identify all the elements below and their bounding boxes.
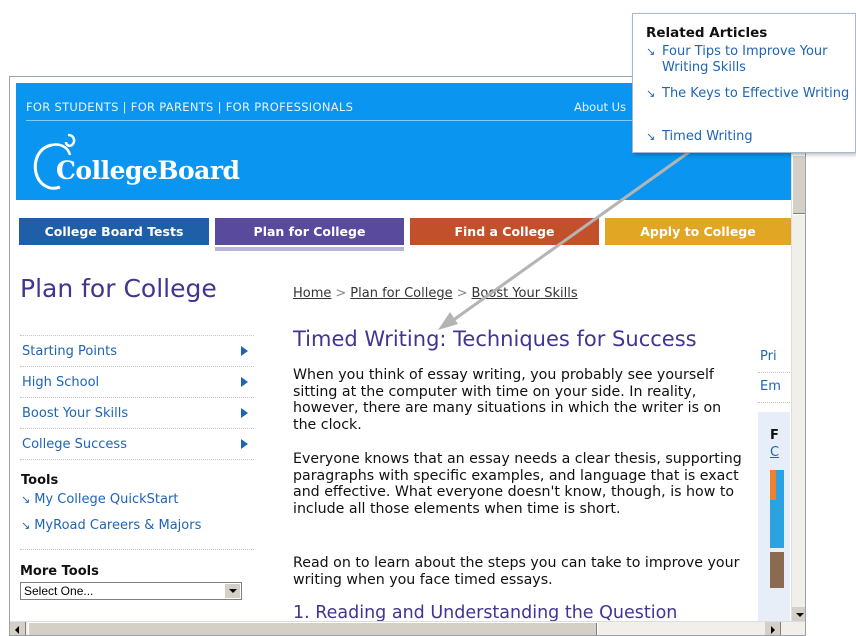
tools-heading: Tools <box>21 473 59 488</box>
chevron-right-icon <box>241 408 248 418</box>
article-title: Timed Writing: Techniques for Success <box>293 327 697 351</box>
horizontal-scroll-thumb[interactable] <box>28 622 598 635</box>
breadcrumb: Home > Plan for College > Boost Your Skills <box>293 286 578 301</box>
breadcrumb-separator: > <box>456 286 468 301</box>
browser-window: FOR STUDENTS | FOR PARENTS | FOR PROFESS… <box>9 76 806 636</box>
tool-link-label: MyRoad Careers & Majors <box>34 518 202 533</box>
tool-link-label: My College QuickStart <box>34 492 179 507</box>
horizontal-scrollbar[interactable] <box>10 621 805 635</box>
sidebar-item-boost-your-skills[interactable]: Boost Your Skills <box>20 397 254 428</box>
scroll-left-button[interactable] <box>10 622 26 635</box>
right-column-divider <box>758 402 790 403</box>
arrow-down-right-icon: ↘ <box>646 130 656 143</box>
sidebar-item-label: Starting Points <box>22 343 118 359</box>
tab-label: Apply to College <box>640 224 756 239</box>
sidebar-item-label: College Success <box>22 436 127 452</box>
related-articles-panel: Related Articles ↘ Four Tips to Improve … <box>632 13 856 153</box>
breadcrumb-boost-your-skills[interactable]: Boost Your Skills <box>472 286 578 301</box>
sidebar-nav: Starting Points High School Boost Your S… <box>20 335 254 460</box>
about-us-link[interactable]: About Us <box>574 100 626 114</box>
sidebar-item-label: High School <box>22 374 100 390</box>
promo-box[interactable]: F C <box>758 412 790 635</box>
sidebar-item-label: Boost Your Skills <box>22 405 129 421</box>
sidebar-divider <box>20 549 254 550</box>
tool-link-myroad[interactable]: ↘ MyRoad Careers & Majors <box>21 518 201 533</box>
tab-label: College Board Tests <box>44 224 184 239</box>
tab-college-board-tests[interactable]: College Board Tests <box>19 218 209 245</box>
print-link[interactable]: Pri <box>760 349 777 364</box>
right-column: Pri Em F C <box>758 342 790 635</box>
promo-photo[interactable] <box>770 552 784 588</box>
article-paragraph: When you think of essay writing, you pro… <box>293 367 722 433</box>
sidebar-item-high-school[interactable]: High School <box>20 366 254 397</box>
scroll-right-button[interactable] <box>765 622 781 635</box>
logo-wordmark: CollegeBoard <box>56 156 240 185</box>
vertical-scroll-thumb[interactable] <box>792 155 805 215</box>
promo-link[interactable]: C <box>770 445 779 460</box>
article-subheading: 1. Reading and Understanding the Questio… <box>293 603 678 623</box>
chevron-down-icon[interactable] <box>224 584 240 598</box>
audience-links[interactable]: FOR STUDENTS | FOR PARENTS | FOR PROFESS… <box>26 100 353 114</box>
related-link-label: Timed Writing <box>662 129 753 144</box>
arrow-down-right-icon: ↘ <box>646 45 656 58</box>
sidebar-item-starting-points[interactable]: Starting Points <box>20 335 254 366</box>
related-link-four-tips[interactable]: ↘ Four Tips to Improve Your Writing Skil… <box>646 44 856 76</box>
article-paragraph: Everyone knows that an essay needs a cle… <box>293 451 742 517</box>
more-tools-heading: More Tools <box>20 564 99 579</box>
right-column-divider <box>758 372 790 373</box>
section-title: Plan for College <box>20 274 217 303</box>
tool-link-my-college-quickstart[interactable]: ↘ My College QuickStart <box>21 492 178 507</box>
arrow-down-right-icon: ↘ <box>21 519 31 532</box>
article-paragraph: Read on to learn about the steps you can… <box>293 555 740 588</box>
chevron-right-icon <box>241 377 248 387</box>
arrow-down-right-icon: ↘ <box>21 493 31 506</box>
tab-plan-for-college[interactable]: Plan for College <box>215 218 404 251</box>
breadcrumb-home[interactable]: Home <box>293 286 331 301</box>
collegeboard-logo[interactable]: CollegeBoard <box>30 133 270 197</box>
sidebar-item-college-success[interactable]: College Success <box>20 428 254 460</box>
chevron-right-icon <box>241 346 248 356</box>
breadcrumb-plan-for-college[interactable]: Plan for College <box>350 286 452 301</box>
more-tools-selected-value: Select One... <box>24 584 94 598</box>
tab-find-a-college[interactable]: Find a College <box>410 218 599 245</box>
tab-apply-to-college[interactable]: Apply to College <box>605 218 791 245</box>
related-articles-title: Related Articles <box>646 25 768 41</box>
chevron-right-icon <box>241 439 248 449</box>
promo-image-accent <box>770 470 776 500</box>
related-link-keys-effective-writing[interactable]: ↘ The Keys to Effective Writing <box>646 86 856 102</box>
active-tab-indicator <box>215 247 404 251</box>
related-link-label: Four Tips to Improve Your Writing Skills <box>662 44 828 75</box>
email-link[interactable]: Em <box>760 379 781 394</box>
tab-label: Find a College <box>454 224 555 239</box>
promo-heading: F <box>770 428 779 443</box>
tab-label: Plan for College <box>253 224 366 239</box>
vertical-scrollbar[interactable] <box>791 83 805 623</box>
arrow-down-right-icon: ↘ <box>646 87 656 100</box>
breadcrumb-separator: > <box>335 286 347 301</box>
more-tools-select[interactable]: Select One... <box>20 582 242 600</box>
related-link-timed-writing[interactable]: ↘ Timed Writing <box>646 129 856 145</box>
related-link-label: The Keys to Effective Writing <box>662 86 850 101</box>
